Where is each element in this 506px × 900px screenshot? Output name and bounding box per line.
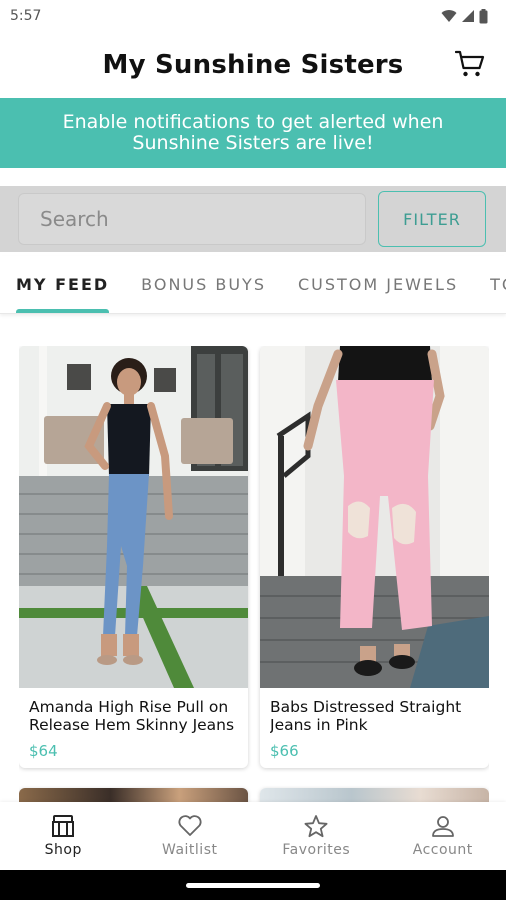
status-time: 5:57	[10, 8, 42, 24]
cart-button[interactable]	[454, 48, 486, 80]
nav-label: Shop	[44, 842, 82, 858]
person-icon	[431, 816, 454, 837]
heart-icon	[178, 815, 202, 836]
product-image	[19, 788, 248, 802]
product-grid: Amanda High Rise Pull on Release Hem Ski…	[19, 346, 489, 802]
filter-button[interactable]: FILTER	[378, 191, 486, 247]
product-image	[260, 346, 489, 688]
nav-account[interactable]: Account	[380, 802, 506, 870]
product-price: $66	[270, 742, 299, 760]
product-card[interactable]: Amanda High Rise Pull on Release Hem Ski…	[19, 346, 248, 768]
product-image	[260, 788, 489, 802]
status-bar: 5:57	[0, 0, 506, 32]
app-header: My Sunshine Sisters	[0, 32, 506, 98]
product-card[interactable]	[260, 788, 489, 802]
search-bar: FILTER	[0, 186, 506, 252]
nav-label: Favorites	[282, 842, 351, 858]
product-name: Babs Distressed Straight Jeans in Pink	[270, 698, 462, 734]
tab-partial[interactable]: TO	[474, 256, 506, 313]
page-title: My Sunshine Sisters	[102, 50, 404, 80]
gesture-bar	[0, 870, 506, 900]
nav-waitlist[interactable]: Waitlist	[127, 802, 254, 870]
nav-label: Waitlist	[162, 842, 218, 858]
status-icons	[441, 8, 488, 24]
star-icon	[304, 815, 328, 838]
cart-icon	[455, 50, 485, 77]
product-info: Babs Distressed Straight Jeans in Pink $…	[260, 688, 489, 768]
shop-icon	[52, 815, 75, 837]
tab-my-feed[interactable]: MY FEED	[0, 256, 125, 313]
category-tabs: MY FEED BONUS BUYS CUSTOM JEWELS TO	[0, 256, 506, 314]
product-card[interactable]: Babs Distressed Straight Jeans in Pink $…	[260, 346, 489, 768]
tab-bonus-buys[interactable]: BONUS BUYS	[125, 256, 282, 313]
signal-icon	[462, 10, 474, 22]
nav-label: Account	[412, 842, 473, 858]
product-name: Amanda High Rise Pull on Release Hem Ski…	[29, 698, 235, 734]
product-price: $64	[29, 742, 58, 760]
tab-custom-jewels[interactable]: CUSTOM JEWELS	[282, 256, 474, 313]
notification-banner[interactable]: Enable notifications to get alerted when…	[0, 98, 506, 168]
home-gesture-handle[interactable]	[186, 882, 320, 888]
nav-shop[interactable]: Shop	[0, 802, 127, 870]
product-image	[19, 346, 248, 688]
wifi-icon	[441, 10, 457, 22]
product-info: Amanda High Rise Pull on Release Hem Ski…	[19, 688, 248, 768]
notification-text: Enable notifications to get alerted when…	[62, 111, 444, 154]
bottom-nav: Shop Waitlist Favorites Account	[0, 802, 506, 870]
product-card[interactable]	[19, 788, 248, 802]
search-input[interactable]	[18, 193, 366, 245]
nav-favorites[interactable]: Favorites	[253, 802, 380, 870]
battery-icon	[479, 8, 488, 23]
